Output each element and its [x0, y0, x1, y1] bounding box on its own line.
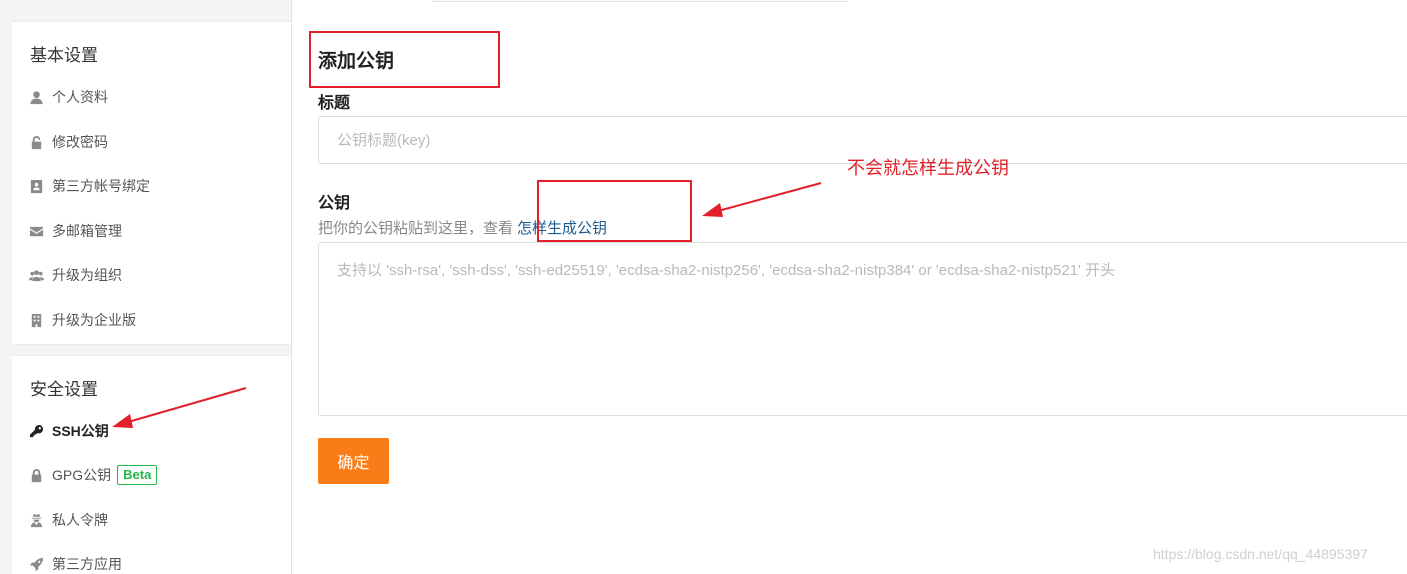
- heading-highlight-box: [309, 31, 500, 88]
- envelope-icon: [28, 223, 44, 239]
- id-card-icon: [28, 178, 44, 194]
- sidebar-item-label: SSH公钥: [52, 423, 109, 439]
- sidebar-item-third-party-apps[interactable]: 第三方应用: [28, 552, 122, 574]
- sidebar-item-gpg-keys[interactable]: GPG公钥 Beta: [28, 463, 158, 487]
- watermark: https://blog.csdn.net/qq_44895397: [1153, 546, 1368, 562]
- sidebar-item-label: GPG公钥: [52, 467, 112, 483]
- unlock-icon: [28, 134, 44, 150]
- security-settings-title: 安全设置: [30, 380, 98, 399]
- key-label: 公钥: [318, 195, 351, 212]
- sidebar-item-label: 升级为组织: [52, 267, 122, 283]
- basic-settings-title: 基本设置: [30, 46, 98, 65]
- title-label: 标题: [318, 95, 351, 112]
- sidebar-item-label: 升级为企业版: [52, 312, 136, 328]
- sidebar-item-emails[interactable]: 多邮箱管理: [28, 219, 122, 243]
- annotation-note: 不会就怎样生成公钥: [847, 158, 1009, 178]
- sidebar-item-private-tokens[interactable]: 私人令牌: [28, 508, 108, 532]
- rocket-icon: [28, 556, 44, 572]
- sidebar-item-label: 多邮箱管理: [52, 223, 122, 239]
- sidebar-item-label: 私人令牌: [52, 512, 108, 528]
- sidebar-item-password[interactable]: 修改密码: [28, 130, 108, 154]
- sidebar-item-upgrade-enterprise[interactable]: 升级为企业版: [28, 308, 136, 332]
- lock-icon: [28, 467, 44, 483]
- sidebar-item-label: 第三方帐号绑定: [52, 178, 150, 194]
- public-key-textarea[interactable]: [318, 242, 1407, 416]
- sidebar-item-third-party-bind[interactable]: 第三方帐号绑定: [28, 174, 150, 198]
- key-hint-text: 把你的公钥粘贴到这里，查看: [318, 220, 514, 237]
- user-secret-icon: [28, 512, 44, 528]
- sidebar-item-label: 修改密码: [52, 134, 108, 150]
- top-toolbar-edge: [432, 0, 847, 2]
- building-icon: [28, 312, 44, 328]
- sidebar-item-profile[interactable]: 个人资料: [28, 85, 108, 109]
- user-icon: [28, 89, 44, 105]
- sidebar-item-ssh-keys[interactable]: SSH公钥: [28, 419, 109, 443]
- submit-button[interactable]: 确定: [318, 438, 389, 484]
- sidebar-item-upgrade-org[interactable]: 升级为组织: [28, 263, 122, 287]
- arrow-to-link: [702, 182, 822, 217]
- link-highlight-box: [537, 180, 692, 242]
- key-icon: [28, 423, 44, 439]
- beta-badge: Beta: [117, 465, 158, 485]
- users-icon: [28, 267, 44, 283]
- sidebar-item-label: 个人资料: [52, 89, 108, 105]
- sidebar-item-label: 第三方应用: [52, 556, 122, 572]
